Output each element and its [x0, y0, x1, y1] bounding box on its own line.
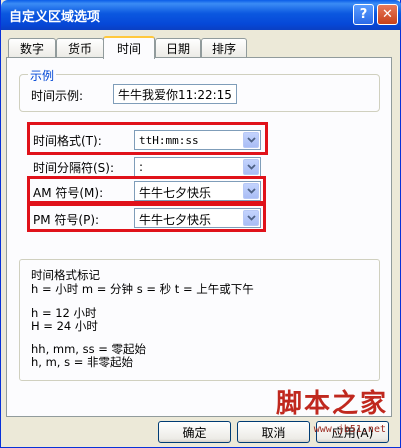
- time-format-combo[interactable]: ttH:mm:ss: [134, 130, 261, 150]
- tab-sorting[interactable]: 排序: [201, 38, 247, 57]
- notation-line: H = 24 小时: [31, 319, 98, 333]
- help-icon: ?: [359, 7, 368, 22]
- ok-button[interactable]: 确定: [158, 421, 231, 443]
- window-title: 自定义区域选项: [9, 10, 101, 25]
- pm-symbol-label: PM 符号(P):: [33, 213, 100, 227]
- notation-line: h = 小时 m = 分钟 s = 秒 t = 上午或下午: [31, 282, 254, 296]
- chevron-down-icon: [246, 164, 256, 170]
- time-sample-field: 牛牛我爱你11:22:15: [113, 84, 237, 104]
- dropdown-button[interactable]: [243, 159, 259, 175]
- separator-combo[interactable]: :: [134, 157, 261, 177]
- sample-label: 时间示例:: [31, 89, 84, 103]
- help-button[interactable]: ?: [353, 4, 374, 25]
- separator-label: 时间分隔符(S):: [33, 161, 115, 175]
- notation-line: h, m, s = 非零起始: [31, 355, 134, 369]
- sample-group-title: 示例: [28, 67, 57, 84]
- chevron-down-icon: [246, 137, 256, 143]
- format-notation-box: 时间格式标记 h = 小时 m = 分钟 s = 秒 t = 上午或下午 h =…: [19, 259, 380, 381]
- title-bar: 自定义区域选项 ? ✕: [1, 0, 401, 30]
- watermark-logo: 脚本之家: [275, 389, 388, 419]
- chevron-down-icon: [246, 215, 256, 221]
- am-symbol-combo[interactable]: 牛牛七夕快乐: [134, 181, 261, 201]
- close-button[interactable]: ✕: [377, 4, 398, 25]
- dropdown-button[interactable]: [243, 183, 259, 199]
- chevron-down-icon: [246, 188, 256, 194]
- tab-numbers[interactable]: 数字: [8, 38, 56, 57]
- dialog-window: 自定义区域选项 ? ✕ 数字 货币 时间 日期 排序 示例 时间示例: 牛牛我爱…: [0, 0, 401, 448]
- tab-currency[interactable]: 货币: [56, 38, 104, 57]
- tab-time[interactable]: 时间: [103, 36, 155, 59]
- dropdown-button[interactable]: [243, 210, 259, 226]
- dropdown-button[interactable]: [243, 132, 259, 148]
- close-icon: ✕: [382, 7, 393, 22]
- am-symbol-label: AM 符号(M):: [33, 186, 104, 200]
- watermark-url: www.jb51.net: [313, 424, 386, 435]
- time-format-label: 时间格式(T):: [33, 134, 102, 148]
- tab-date[interactable]: 日期: [155, 38, 201, 57]
- cancel-button[interactable]: 取消: [237, 421, 310, 443]
- pm-symbol-combo[interactable]: 牛牛七夕快乐: [134, 208, 261, 228]
